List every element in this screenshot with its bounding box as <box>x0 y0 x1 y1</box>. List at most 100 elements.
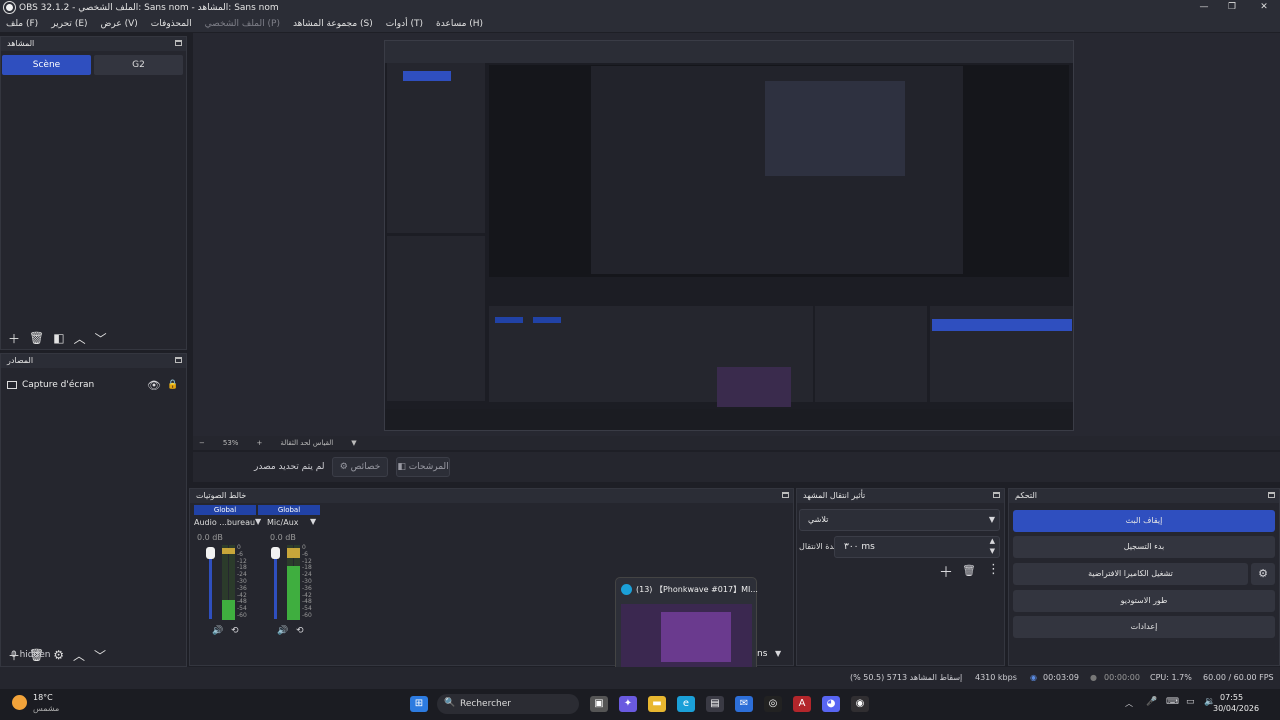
mail-icon[interactable]: ✉ <box>735 696 753 712</box>
track-db: 0.0 dB <box>197 533 223 542</box>
dock-popout-icon[interactable] <box>175 40 182 46</box>
maximize-button[interactable]: ❐ <box>1216 0 1248 15</box>
network-icon[interactable]: ▭ <box>1186 697 1195 707</box>
taskbar-search-box[interactable]: 🔍 Rechercher <box>437 694 579 714</box>
volume-fader-handle[interactable] <box>206 547 215 559</box>
speaker-icon[interactable]: 🔊 <box>277 626 288 636</box>
menu-edit[interactable]: تحرير (E) <box>51 19 87 29</box>
menu-file[interactable]: ملف (F) <box>6 19 38 29</box>
spin-down-icon[interactable]: ▼ <box>990 547 995 555</box>
menu-help[interactable]: مساعدة (H) <box>436 19 483 29</box>
audio-settings-icon[interactable]: ⟲ <box>231 626 239 636</box>
spin-up-icon[interactable]: ▲ <box>990 537 995 545</box>
obs-taskbar-icon[interactable]: ◉ <box>851 696 869 712</box>
tray-chevron-up-icon[interactable]: ︿ <box>1125 698 1133 709</box>
microphone-icon[interactable]: 🎤 <box>1146 697 1157 707</box>
zoom-out-icon[interactable]: − <box>199 439 205 447</box>
menu-scene-collection[interactable]: مجموعة المشاهد (S) <box>293 19 373 29</box>
virtual-camera-gear-icon[interactable]: ⚙ <box>1251 563 1275 585</box>
scene-item-scene[interactable]: Scène <box>2 55 91 75</box>
zoom-dropdown-icon[interactable]: ▼ <box>351 439 356 447</box>
scene-item-g2[interactable]: G2 <box>94 55 183 75</box>
properties-button[interactable]: ⚙ خصائص <box>332 457 388 477</box>
menu-view[interactable]: عرض (V) <box>101 19 138 29</box>
windows-start-icon[interactable]: ⊞ <box>410 696 428 712</box>
fps: 60.00 / 60.00 FPS <box>1203 673 1274 682</box>
zoom-mode-label[interactable]: القياس لحد الثقالة <box>280 439 333 447</box>
move-up-icon[interactable]: ︿ <box>73 647 85 664</box>
discord-icon[interactable]: ◕ <box>822 696 840 712</box>
more-options-icon[interactable]: ⋮ <box>987 562 1000 577</box>
menu-profile[interactable]: الملف الشخصي (P) <box>205 19 280 29</box>
dock-popout-icon[interactable] <box>175 357 182 363</box>
visibility-eye-icon[interactable]: 👁 <box>147 379 161 392</box>
lock-icon[interactable]: 🔒 <box>167 380 178 390</box>
chevron-down-icon[interactable]: ▼ <box>775 649 781 658</box>
move-down-icon[interactable]: ﹀ <box>95 330 107 347</box>
menu-tools[interactable]: أدوات (T) <box>386 19 423 29</box>
volume-fader-track[interactable] <box>209 549 212 619</box>
dock-popout-icon[interactable] <box>1268 492 1275 498</box>
track-name-mic[interactable]: Mic/Aux <box>267 518 299 527</box>
menu-docks[interactable]: المحذوفات <box>151 19 192 29</box>
meter-level <box>287 566 300 620</box>
move-up-icon[interactable]: ︿ <box>74 330 86 347</box>
weather-temp[interactable]: 18°C <box>33 693 53 702</box>
settings-button[interactable]: إعدادات <box>1013 616 1275 638</box>
record-icon: ● <box>1090 673 1097 682</box>
clock-date[interactable]: 30/04/2026 <box>1213 704 1259 713</box>
source-item[interactable]: Capture d'écran 👁 🔒 <box>7 377 182 393</box>
acrobat-icon[interactable]: A <box>793 696 811 712</box>
transition-select[interactable]: تلاشي ▼ <box>799 509 1000 531</box>
remove-scene-button[interactable]: 🗑 <box>29 331 44 345</box>
chevron-down-icon: ▼ <box>988 515 995 524</box>
filters-icon: ◧ <box>397 462 409 472</box>
edge-icon <box>621 584 632 595</box>
window-thumbnail-popup[interactable]: (13) 【Phonkwave #017】MI... <box>615 577 758 673</box>
remove-transition-button[interactable]: 🗑 <box>962 564 976 577</box>
track-header: Global <box>194 505 256 515</box>
dock-popout-icon[interactable] <box>782 492 789 498</box>
github-icon[interactable]: ◎ <box>764 696 782 712</box>
speaker-icon[interactable]: 🔊 <box>212 626 223 636</box>
weather-desc[interactable]: مشمس <box>33 704 59 713</box>
add-scene-button[interactable]: ＋ <box>8 330 20 347</box>
start-virtual-camera-button[interactable]: تشغيل الكاميرا الافتراضية <box>1013 563 1248 585</box>
source-label: Capture d'écran <box>22 380 95 390</box>
volume-fader-handle[interactable] <box>271 547 280 559</box>
filters-button[interactable]: ◧ المرشحات <box>396 457 450 477</box>
controls-title: التحكم <box>1009 489 1279 503</box>
close-button[interactable]: ✕ <box>1248 0 1280 15</box>
chevron-down-icon[interactable]: ▼ <box>255 517 261 526</box>
scene-filters-button[interactable]: ◧ <box>53 331 64 345</box>
volume-fader-track[interactable] <box>274 549 277 619</box>
track-name-desktop[interactable]: Audio ...bureau <box>194 518 255 527</box>
studio-mode-button[interactable]: طور الاستوديو <box>1013 590 1275 612</box>
bitrate: 4310 kbps <box>975 673 1017 682</box>
copilot-icon[interactable]: ✦ <box>619 696 637 712</box>
windows-taskbar <box>0 689 1280 720</box>
edge-browser-icon[interactable]: e <box>677 696 695 712</box>
weather-sun-icon[interactable] <box>12 695 27 710</box>
stop-streaming-button[interactable]: إيقاف البث <box>1013 510 1275 532</box>
duration-spinbox[interactable]: ٣٠٠ ms ▲ ▼ <box>834 536 1000 558</box>
track-db: 0.0 dB <box>270 533 296 542</box>
keyboard-icon[interactable]: ⌨ <box>1166 697 1179 707</box>
add-transition-button[interactable]: ＋ <box>939 562 953 582</box>
zoom-in-icon[interactable]: + <box>256 439 262 447</box>
dock-popout-icon[interactable] <box>993 492 1000 498</box>
microsoft-store-icon[interactable]: ▤ <box>706 696 724 712</box>
hidden-count: 0 hidden <box>11 650 51 660</box>
record-time: 00:00:00 <box>1104 673 1140 682</box>
start-recording-button[interactable]: بدء التسجيل <box>1013 536 1275 558</box>
file-explorer-icon[interactable]: ▬ <box>648 696 666 712</box>
audio-settings-icon[interactable]: ⟲ <box>296 626 304 636</box>
cpu-usage: CPU: 1.7% <box>1150 673 1192 682</box>
nested-track-head <box>533 317 561 323</box>
clock-time[interactable]: 07:55 <box>1220 693 1243 702</box>
task-view-icon[interactable]: ▣ <box>590 696 608 712</box>
source-properties-gear-icon[interactable]: ⚙ <box>53 648 64 662</box>
move-down-icon[interactable]: ﹀ <box>94 647 106 664</box>
chevron-down-icon[interactable]: ▼ <box>310 517 316 526</box>
sources-title: المصادر <box>1 354 186 368</box>
